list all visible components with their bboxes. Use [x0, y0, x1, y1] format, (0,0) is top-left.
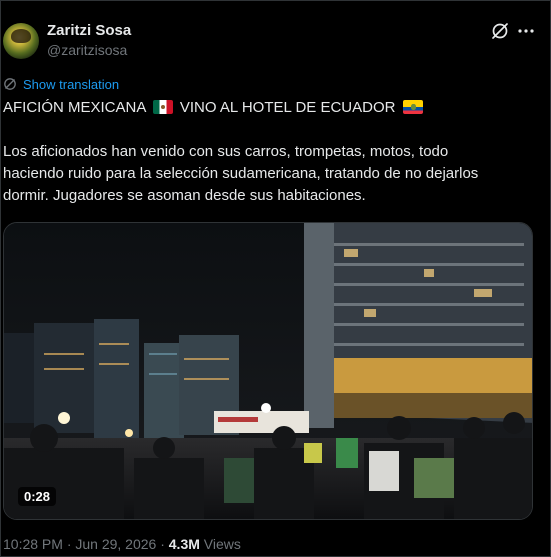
video-frame — [4, 223, 532, 519]
translate-icon — [4, 78, 16, 90]
author-display-name[interactable]: Zaritzi Sosa — [47, 22, 131, 39]
headline-part-1: AFICIÓN MEXICANA — [3, 99, 146, 116]
show-translation-link[interactable]: Show translation — [3, 76, 119, 92]
tweet-text: AFICIÓN MEXICANA VINO AL HOTEL DE ECUADO… — [3, 97, 548, 207]
tweet-headline: AFICIÓN MEXICANA VINO AL HOTEL DE ECUADO… — [3, 97, 548, 119]
grok-icon[interactable] — [490, 21, 510, 41]
mexico-flag-icon — [152, 100, 173, 114]
headline-part-2: VINO AL HOTEL DE ECUADOR — [179, 99, 396, 116]
views-label: Views — [199, 536, 241, 552]
views-count: 4.3M — [168, 536, 200, 552]
author-handle[interactable]: @zaritzisosa — [47, 42, 127, 58]
tweet-card: Zaritzi Sosa @zaritzisosa Show translati… — [0, 0, 551, 557]
video-duration-badge: 0:28 — [18, 487, 57, 506]
tweet-body-line: dormir. Jugadores se asoman desde sus ha… — [3, 187, 366, 204]
tweet-body-line: haciendo ruido para la selección sudamer… — [3, 165, 479, 182]
tweet-timestamp[interactable]: 10:28 PM · Jun 29, 2026 · — [3, 536, 169, 552]
tweet-meta: 10:28 PM · Jun 29, 2026 · 4.3M Views — [3, 536, 241, 552]
ecuador-flag-icon — [402, 100, 423, 114]
show-translation-label[interactable]: Show translation — [23, 77, 119, 92]
avatar[interactable] — [3, 23, 39, 59]
tweet-body-line: Los aficionados han venido con sus carro… — [3, 143, 449, 160]
video-player[interactable]: 0:28 — [3, 222, 533, 520]
more-horizontal-icon[interactable] — [516, 23, 536, 39]
